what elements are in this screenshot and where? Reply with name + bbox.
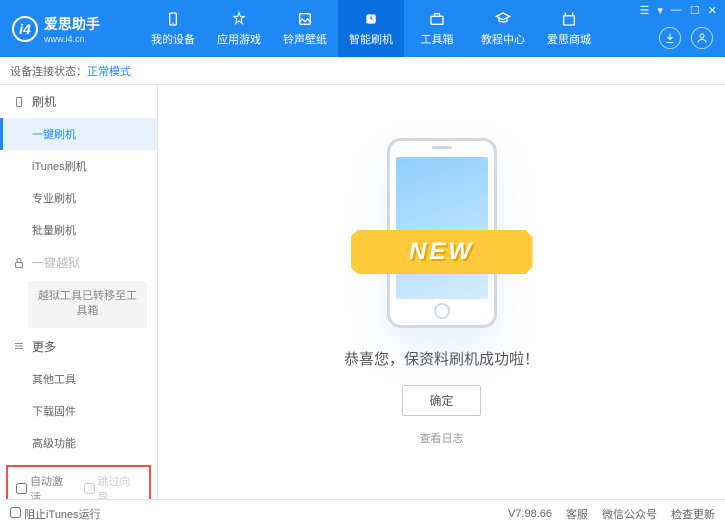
success-message: 恭喜您，保资料刷机成功啦！ [344,348,539,369]
skip-guide-checkbox[interactable]: 跳过向导 [84,473,142,499]
app-url: www.i4.cn [44,34,100,44]
app-header: i4 爱思助手 www.i4.cn 我的设备 应用游戏 铃声壁纸 智能刷机 工具… [0,0,725,57]
sidebar: 刷机 一键刷机 iTunes刷机 专业刷机 批量刷机 一键越狱 越狱工具已转移至… [0,85,158,499]
app-title: 爱思助手 [44,14,100,34]
maximize-icon[interactable]: ☐ [690,4,700,17]
sidebar-group-jailbreak[interactable]: 一键越狱 [0,246,157,279]
sidebar-item-pro[interactable]: 专业刷机 [0,182,157,214]
wallpaper-icon [296,10,314,28]
sidebar-item-advanced[interactable]: 高级功能 [0,427,157,459]
nav-ringtones[interactable]: 铃声壁纸 [272,0,338,57]
nav-tutorials[interactable]: 教程中心 [470,0,536,57]
version-label: V7.98.66 [508,508,552,520]
flash-icon [362,10,380,28]
more-icon [12,339,26,353]
nav-store[interactable]: 爱思商城 [536,0,602,57]
status-label: 设备连接状态： [10,63,87,79]
logo-icon: i4 [12,16,38,42]
logo-area: i4 爱思助手 www.i4.cn [0,14,140,44]
tutorial-icon [494,10,512,28]
sidebar-item-download[interactable]: 下载固件 [0,395,157,427]
sidebar-item-oneclick[interactable]: 一键刷机 [0,118,157,150]
flash-group-icon [12,95,26,109]
store-icon [560,10,578,28]
user-button[interactable] [691,27,713,49]
sidebar-item-other[interactable]: 其他工具 [0,363,157,395]
lock-icon [12,256,26,270]
window-controls: ☰ ▾ — ☐ ✕ [640,4,718,17]
nav-my-device[interactable]: 我的设备 [140,0,206,57]
block-itunes-checkbox[interactable]: 阻止iTunes运行 [10,506,101,522]
footer: 阻止iTunes运行 V7.98.66 客服 微信公众号 检查更新 [0,499,725,527]
toolbox-icon [428,10,446,28]
main-nav: 我的设备 应用游戏 铃声壁纸 智能刷机 工具箱 教程中心 爱思商城 [140,0,602,57]
ok-button[interactable]: 确定 [402,385,480,416]
menu-icon[interactable]: ☰ [640,4,650,17]
sidebar-group-more[interactable]: 更多 [0,330,157,363]
apps-icon [230,10,248,28]
nav-apps[interactable]: 应用游戏 [206,0,272,57]
minimize-icon[interactable]: — [671,4,682,17]
auto-activate-checkbox[interactable]: 自动激活 [16,473,74,499]
header-actions [659,27,713,49]
main-content: NEW 恭喜您，保资料刷机成功啦！ 确定 查看日志 [158,85,725,499]
new-banner: NEW [351,230,533,274]
sidebar-jailbreak-note[interactable]: 越狱工具已转移至工具箱 [28,281,147,328]
status-bar: 设备连接状态： 正常模式 [0,57,725,85]
view-log-link[interactable]: 查看日志 [420,430,464,446]
sidebar-item-batch[interactable]: 批量刷机 [0,214,157,246]
close-icon[interactable]: ✕ [708,4,717,17]
footer-link-support[interactable]: 客服 [566,506,588,522]
phone-illustration: NEW [387,138,497,328]
device-icon [164,10,182,28]
sidebar-item-itunes[interactable]: iTunes刷机 [0,150,157,182]
sidebar-group-flash[interactable]: 刷机 [0,85,157,118]
footer-link-wechat[interactable]: 微信公众号 [602,506,657,522]
dropdown-icon[interactable]: ▾ [657,4,663,17]
options-box: 自动激活 跳过向导 [6,465,151,499]
footer-link-update[interactable]: 检查更新 [671,506,715,522]
status-value: 正常模式 [87,63,131,79]
download-button[interactable] [659,27,681,49]
nav-toolbox[interactable]: 工具箱 [404,0,470,57]
nav-flash[interactable]: 智能刷机 [338,0,404,57]
